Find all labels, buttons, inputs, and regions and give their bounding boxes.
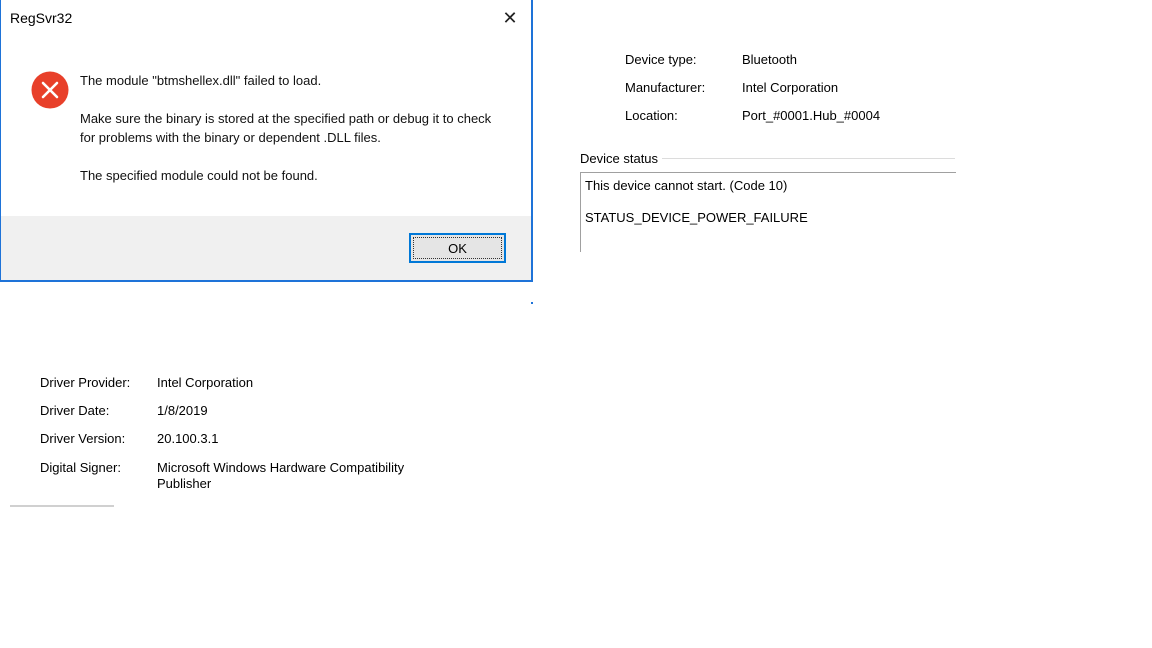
dialog-footer: OK <box>1 216 531 280</box>
status-divider <box>662 158 955 159</box>
device-status-heading: Device status <box>580 151 659 166</box>
driver-date-value: 1/8/2019 <box>157 403 208 418</box>
stray-pixel <box>531 302 533 304</box>
status-text-line2: STATUS_DEVICE_POWER_FAILURE <box>585 210 808 225</box>
digital-signer-label: Digital Signer: <box>40 460 121 475</box>
status-text-line1: This device cannot start. (Code 10) <box>585 178 788 193</box>
close-icon: ✕ <box>502 8 518 28</box>
driver-version-label: Driver Version: <box>40 431 126 446</box>
device-type-label: Device type: <box>625 52 697 67</box>
dialog-title: RegSvr32 <box>10 10 73 26</box>
error-message-main: The module "btmshellex.dll" failed to lo… <box>80 73 322 88</box>
manufacturer-value: Intel Corporation <box>742 80 839 95</box>
device-status-textbox[interactable]: This device cannot start. (Code 10) STAT… <box>580 172 956 252</box>
error-message-detail: Make sure the binary is stored at the sp… <box>80 111 492 145</box>
manufacturer-label: Manufacturer: <box>625 80 706 95</box>
driver-divider <box>10 505 114 507</box>
driver-provider-value: Intel Corporation <box>157 375 254 390</box>
driver-provider-label: Driver Provider: <box>40 375 131 390</box>
driver-version-value: 20.100.3.1 <box>157 431 219 446</box>
driver-date-label: Driver Date: <box>40 403 110 418</box>
ok-button[interactable]: OK <box>409 233 506 263</box>
error-message-reason: The specified module could not be found. <box>80 168 318 183</box>
digital-signer-value: Microsoft Windows Hardware Compatibility… <box>157 460 405 491</box>
location-value: Port_#0001.Hub_#0004 <box>742 108 881 123</box>
location-label: Location: <box>625 108 678 123</box>
device-type-value: Bluetooth <box>742 52 797 67</box>
error-icon <box>31 71 69 109</box>
regsvr32-dialog: RegSvr32 ✕ The module "btmshellex.dll" f… <box>0 0 533 282</box>
close-button[interactable]: ✕ <box>497 5 523 31</box>
